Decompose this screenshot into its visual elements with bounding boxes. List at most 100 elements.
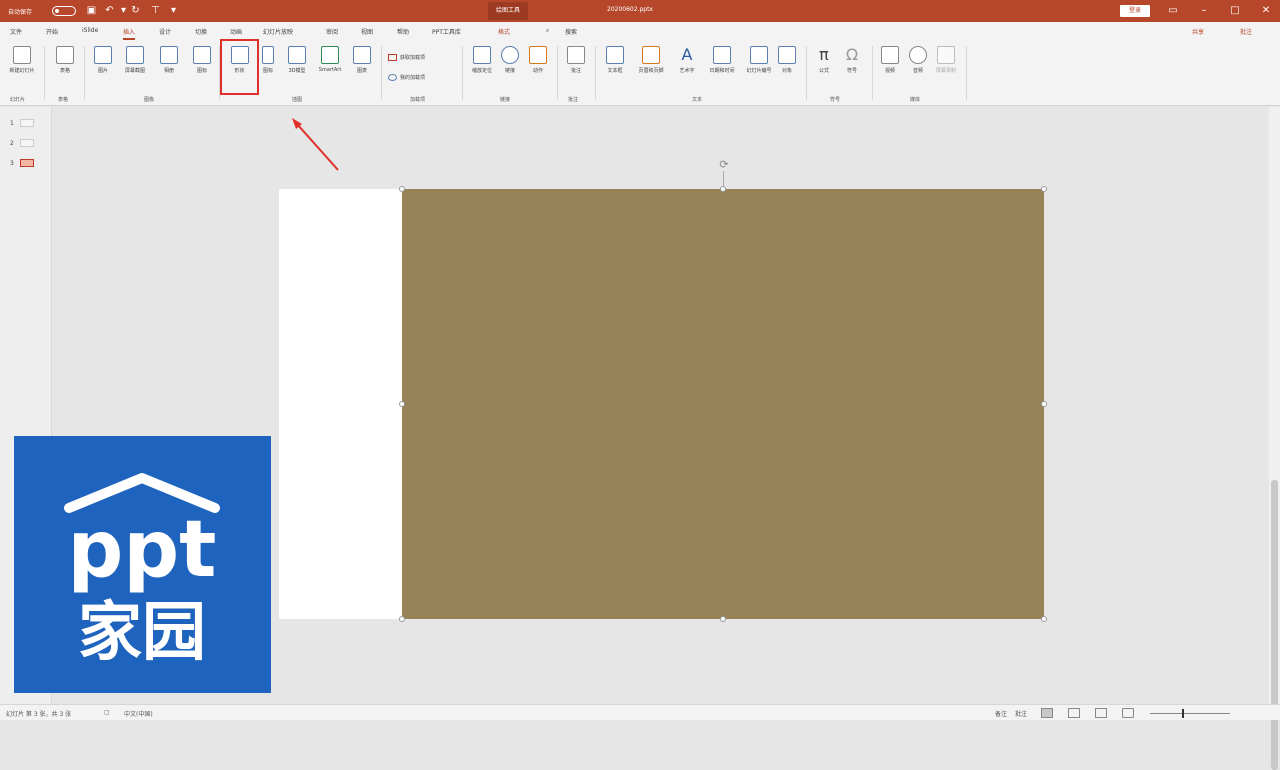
3d-models-button[interactable]: 3D模型 bbox=[284, 46, 310, 74]
undo-dropdown-icon[interactable]: ▾ bbox=[118, 5, 129, 16]
equation-button[interactable]: π 公式 bbox=[812, 46, 836, 75]
tab-design[interactable]: 设计 bbox=[159, 27, 171, 36]
new-slide-button[interactable]: 新建幻灯片 bbox=[8, 46, 36, 74]
vertical-scrollbar[interactable] bbox=[1269, 107, 1280, 770]
pictures-button[interactable]: 图片 bbox=[92, 46, 114, 74]
comments-status-button[interactable]: 批注 bbox=[1015, 709, 1027, 718]
screen-recording-button[interactable]: 屏幕录制 bbox=[934, 46, 958, 74]
maximize-icon[interactable]: □ bbox=[1228, 4, 1242, 18]
shapes-button[interactable]: 形状 bbox=[220, 39, 259, 95]
smartart-button[interactable]: SmartArt bbox=[312, 46, 348, 73]
link-button[interactable]: 链接 bbox=[498, 46, 522, 74]
zoom-slider[interactable] bbox=[1150, 713, 1230, 714]
zoom-button[interactable]: 缩放定位 bbox=[470, 46, 494, 74]
normal-view-icon[interactable] bbox=[1041, 708, 1053, 718]
slide-thumbnail-3[interactable]: 3 bbox=[10, 159, 34, 167]
tab-file[interactable]: 文件 bbox=[10, 27, 22, 36]
icons-button[interactable]: 图标 bbox=[261, 46, 275, 74]
tab-transitions[interactable]: 切换 bbox=[195, 27, 207, 36]
accessibility-icon[interactable]: ▢ bbox=[104, 709, 110, 716]
resize-handle-bottom-left[interactable] bbox=[399, 616, 405, 622]
zoom-icon bbox=[473, 46, 491, 64]
close-icon[interactable]: ✕ bbox=[1259, 4, 1273, 18]
date-time-button[interactable]: 日期和时间 bbox=[702, 46, 742, 74]
resize-handle-top-right[interactable] bbox=[1041, 186, 1047, 192]
reading-view-icon[interactable] bbox=[1095, 708, 1107, 718]
tab-shape-format[interactable]: 格式 bbox=[498, 27, 510, 36]
resize-handle-bottom[interactable] bbox=[720, 616, 726, 622]
table-icon bbox=[56, 46, 74, 64]
slide-count-status: 幻灯片 第 3 张，共 3 张 bbox=[6, 711, 72, 718]
ribbon-display-icon[interactable]: ▭ bbox=[1166, 4, 1180, 18]
signin-button[interactable]: 登录 bbox=[1120, 5, 1150, 17]
slide-sorter-view-icon[interactable] bbox=[1068, 708, 1080, 718]
wordart-icon: A bbox=[681, 45, 693, 64]
link-icon bbox=[501, 46, 519, 64]
slideshow-view-icon[interactable] bbox=[1122, 708, 1134, 718]
scrollbar-thumb[interactable] bbox=[1271, 480, 1278, 770]
online-pictures-button[interactable]: 图标 bbox=[190, 46, 214, 74]
slide-thumbnail-1[interactable]: 1 bbox=[10, 119, 34, 127]
group-media-label: 媒体 bbox=[910, 97, 921, 103]
object-icon bbox=[778, 46, 796, 64]
save-icon[interactable]: ▣ bbox=[86, 5, 97, 16]
group-addins-label: 加载项 bbox=[410, 97, 426, 103]
object-button[interactable]: 对象 bbox=[774, 46, 800, 74]
resize-handle-bottom-right[interactable] bbox=[1041, 616, 1047, 622]
my-addins-button[interactable]: 我的加载项 bbox=[388, 74, 425, 81]
tab-view[interactable]: 视图 bbox=[361, 27, 373, 36]
header-footer-icon bbox=[642, 46, 660, 64]
presenter-icon[interactable]: ⊤ bbox=[150, 5, 161, 16]
header-footer-button[interactable]: 页眉和页脚 bbox=[632, 46, 670, 74]
chart-button[interactable]: 图表 bbox=[350, 46, 374, 74]
resize-handle-top-left[interactable] bbox=[399, 186, 405, 192]
tab-search[interactable]: 搜索 bbox=[565, 27, 577, 36]
screenshot-button[interactable]: 屏幕截图 bbox=[120, 46, 150, 74]
slide-number-button[interactable]: 幻灯片编号 bbox=[744, 46, 774, 74]
tab-animations[interactable]: 动画 bbox=[230, 27, 242, 36]
thumbnail-image bbox=[19, 119, 34, 127]
textbox-button[interactable]: 文本框 bbox=[602, 46, 628, 74]
group-slides-label: 幻灯片 bbox=[10, 97, 26, 103]
tab-review[interactable]: 审阅 bbox=[326, 27, 338, 36]
online-pictures-icon bbox=[193, 46, 211, 64]
tab-home[interactable]: 开始 bbox=[46, 27, 58, 36]
tab-help[interactable]: 帮助 bbox=[397, 27, 409, 36]
resize-handle-right[interactable] bbox=[1041, 401, 1047, 407]
rotate-handle-icon[interactable]: ⟳ bbox=[718, 159, 730, 171]
photo-album-button[interactable]: 相册 bbox=[154, 46, 184, 74]
resize-handle-top[interactable] bbox=[720, 186, 726, 192]
tab-ppt-tools[interactable]: PPT工具库 bbox=[432, 27, 461, 36]
get-addins-button[interactable]: 获取加载项 bbox=[388, 54, 425, 61]
resize-handle-left[interactable] bbox=[399, 401, 405, 407]
notes-button[interactable]: 备注 bbox=[995, 709, 1007, 718]
language-status[interactable]: 中文(中国) bbox=[124, 709, 153, 718]
comments-button[interactable]: 批注 bbox=[1240, 27, 1252, 36]
minimize-icon[interactable]: – bbox=[1197, 4, 1211, 18]
photo-album-icon bbox=[160, 46, 178, 64]
tab-insert[interactable]: 插入 bbox=[123, 27, 136, 40]
document-title: 20200602.pptx bbox=[607, 6, 653, 13]
zoom-slider-knob[interactable] bbox=[1182, 709, 1184, 718]
slide-thumbnail-2[interactable]: 2 bbox=[10, 139, 34, 147]
table-button[interactable]: 表格 bbox=[54, 46, 76, 74]
share-button[interactable]: 共享 bbox=[1192, 27, 1204, 36]
customize-qat-icon[interactable]: ▾ bbox=[168, 5, 179, 16]
wordart-button[interactable]: A 艺术字 bbox=[674, 45, 700, 75]
search-icon[interactable]: ⌕ bbox=[546, 27, 549, 35]
tab-islide[interactable]: iSlide bbox=[82, 27, 98, 34]
action-button[interactable]: 动作 bbox=[526, 46, 550, 74]
undo-icon[interactable]: ↶ bbox=[104, 5, 115, 16]
autosave-toggle[interactable] bbox=[52, 6, 76, 16]
textbox-icon bbox=[606, 46, 624, 64]
audio-button[interactable]: 音频 bbox=[906, 46, 930, 74]
redo-icon[interactable]: ↻ bbox=[130, 5, 141, 16]
selected-rectangle-shape[interactable] bbox=[402, 189, 1044, 619]
symbol-button[interactable]: Ω 符号 bbox=[840, 46, 864, 75]
video-button[interactable]: 视频 bbox=[878, 46, 902, 74]
my-addins-icon bbox=[388, 74, 397, 81]
group-symbols-label: 符号 bbox=[830, 97, 841, 103]
comment-button[interactable]: 批注 bbox=[564, 46, 588, 74]
shapes-icon bbox=[230, 46, 249, 64]
tab-slideshow[interactable]: 幻灯片放映 bbox=[263, 27, 293, 36]
